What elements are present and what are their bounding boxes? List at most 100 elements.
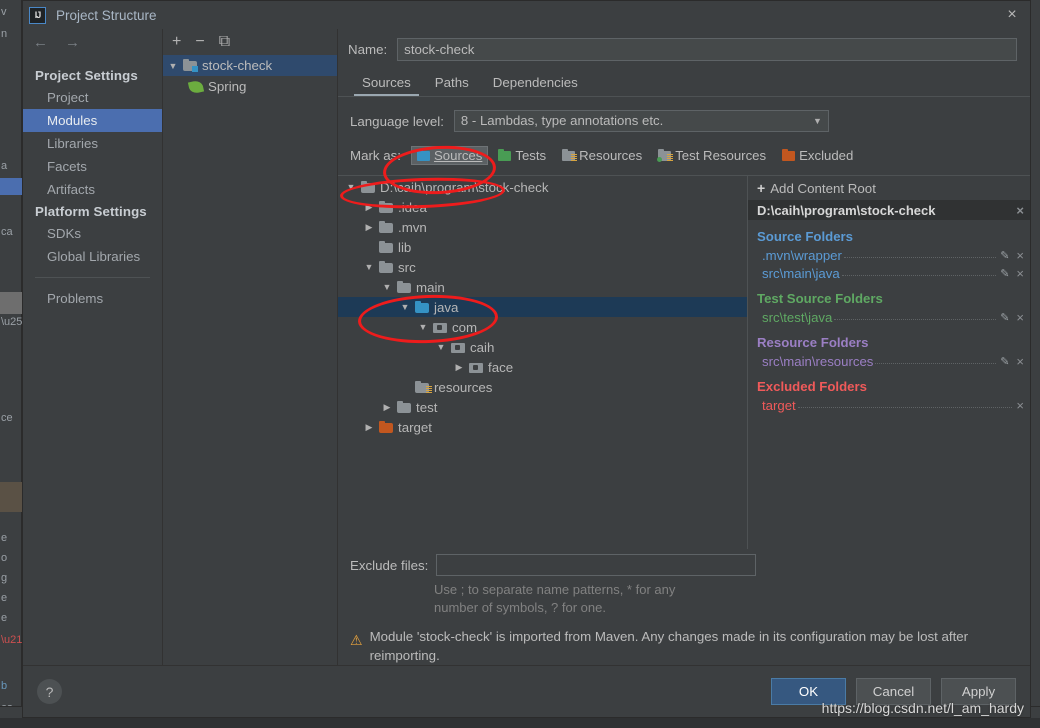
dotted-leader (798, 398, 1013, 408)
forward-arrow-icon[interactable]: → (65, 35, 80, 50)
ide-right-strip (1031, 0, 1040, 728)
package-icon (451, 342, 465, 353)
folder-path: src\main\resources (762, 354, 873, 369)
chevron-down-icon[interactable]: ▼ (364, 262, 374, 272)
group-title-excluded-folders: Excluded Folders (748, 370, 1030, 396)
dotted-leader (834, 310, 996, 320)
folder-path: src\main\java (762, 266, 840, 281)
language-level-label: Language level: (350, 114, 444, 129)
chevron-right-icon[interactable]: ▶ (454, 362, 464, 373)
sidebar-item-modules[interactable]: Modules (23, 109, 162, 132)
editor-tabs: Sources Paths Dependencies (338, 69, 1030, 97)
mark-as-resources-button[interactable]: Resources (556, 146, 648, 165)
spring-leaf-icon (188, 79, 204, 94)
content-root-path: D:\caih\program\stock-check (757, 203, 935, 218)
tree-row-label: caih (470, 340, 494, 355)
remove-folder-icon[interactable]: × (1016, 399, 1024, 412)
tree-row[interactable]: ▼ caih (338, 337, 747, 357)
chevron-down-icon[interactable]: ▼ (436, 342, 446, 352)
modules-tree: ▼ stock-check Spring (163, 55, 337, 665)
mark-as-sources-button[interactable]: Sources (411, 146, 488, 165)
remove-content-root-icon[interactable]: × (1016, 204, 1024, 217)
mark-as-test-resources-button[interactable]: Test Resources (652, 146, 772, 165)
chevron-down-icon[interactable]: ▼ (346, 182, 356, 192)
folder-path: src\test\java (762, 310, 832, 325)
sidebar-item-facets[interactable]: Facets (23, 155, 162, 178)
sidebar-item-libraries[interactable]: Libraries (23, 132, 162, 155)
tree-row[interactable]: ▼ D:\caih\program\stock-check (338, 177, 747, 197)
tree-row-label: .idea (398, 200, 427, 215)
tab-dependencies[interactable]: Dependencies (481, 72, 590, 96)
sidebar-item-project[interactable]: Project (23, 86, 162, 109)
edit-pencil-icon[interactable]: ✎ (1000, 249, 1009, 262)
resource-folder-icon (415, 382, 429, 393)
mark-as-excluded-button[interactable]: Excluded (776, 146, 859, 165)
project-structure-dialog: IJ Project Structure × ← → Project Setti… (22, 0, 1031, 718)
dotted-leader (875, 354, 996, 364)
tree-row[interactable]: ▶ target (338, 417, 747, 437)
tree-row[interactable]: lib (338, 237, 747, 257)
tree-row-label: java (434, 300, 458, 315)
tab-sources[interactable]: Sources (350, 72, 423, 96)
tree-row[interactable]: ▶ .mvn (338, 217, 747, 237)
tree-row[interactable]: ▼ com (338, 317, 747, 337)
tab-paths[interactable]: Paths (423, 72, 481, 96)
chevron-right-icon[interactable]: ▶ (364, 202, 374, 213)
folder-row[interactable]: src\test\java ✎ × (748, 308, 1030, 326)
group-title-source-folders: Source Folders (748, 220, 1030, 246)
sidebar-item-artifacts[interactable]: Artifacts (23, 178, 162, 201)
sidebar-group-platform-settings: Platform Settings (23, 201, 162, 222)
chevron-right-icon[interactable]: ▶ (364, 222, 374, 233)
tree-row-java[interactable]: ▼ java (338, 297, 747, 317)
sidebar-item-global-libraries[interactable]: Global Libraries (23, 245, 162, 268)
copy-module-icon[interactable]: ⧉ (219, 34, 230, 50)
back-arrow-icon[interactable]: ← (33, 35, 48, 50)
tree-row[interactable]: ▼ src (338, 257, 747, 277)
mark-as-tests-button[interactable]: Tests (492, 146, 552, 165)
dialog-footer: ? OK Cancel Apply https://blog.csdn.net/… (23, 665, 1030, 717)
tree-row[interactable]: ▶ face (338, 357, 747, 377)
folder-icon (379, 202, 393, 213)
chevron-right-icon[interactable]: ▶ (364, 422, 374, 433)
folder-row[interactable]: src\main\java ✎ × (748, 264, 1030, 282)
content-roots-panel: + Add Content Root D:\caih\program\stock… (748, 176, 1030, 549)
tree-row[interactable]: ▶ test (338, 397, 747, 417)
edit-pencil-icon[interactable]: ✎ (1000, 311, 1009, 324)
remove-folder-icon[interactable]: × (1016, 355, 1024, 368)
chevron-down-icon[interactable]: ▼ (382, 282, 392, 292)
folder-row[interactable]: target × (748, 396, 1030, 414)
tree-row[interactable]: ▶ .idea (338, 197, 747, 217)
remove-module-icon[interactable]: − (195, 34, 204, 50)
close-icon[interactable]: × (1004, 7, 1020, 23)
sidebar-list: Project Settings Project Modules Librari… (23, 55, 162, 310)
remove-folder-icon[interactable]: × (1016, 249, 1024, 262)
edit-pencil-icon[interactable]: ✎ (1000, 267, 1009, 280)
folder-row[interactable]: .mvn\wrapper ✎ × (748, 246, 1030, 264)
chevron-down-icon: ▼ (813, 111, 822, 131)
chevron-down-icon[interactable]: ▼ (418, 322, 428, 332)
ide-left-toolwindow-strip: v n a ca \u25be ce e o g e e \u2197 b es (0, 0, 22, 728)
add-content-root-label: Add Content Root (770, 181, 876, 196)
tree-row[interactable]: resources (338, 377, 747, 397)
sidebar-item-problems[interactable]: Problems (23, 287, 162, 310)
language-level-select[interactable]: 8 - Lambdas, type annotations etc. ▼ (454, 110, 829, 132)
module-name-input[interactable]: stock-check (397, 38, 1017, 61)
tree-row-label: D:\caih\program\stock-check (380, 180, 548, 195)
module-item-stock-check[interactable]: ▼ stock-check (163, 55, 337, 76)
chevron-right-icon[interactable]: ▶ (382, 402, 392, 413)
module-facet-spring[interactable]: Spring (163, 76, 337, 97)
remove-folder-icon[interactable]: × (1016, 311, 1024, 324)
exclude-files-input[interactable] (436, 554, 756, 576)
mark-as-row: Mark as: Sources Tests Resources (338, 132, 1030, 165)
add-content-root-button[interactable]: + Add Content Root (748, 176, 1030, 200)
chevron-down-icon[interactable]: ▼ (400, 302, 410, 312)
chevron-down-icon[interactable]: ▼ (168, 61, 178, 71)
folder-row[interactable]: src\main\resources ✎ × (748, 352, 1030, 370)
help-button[interactable]: ? (37, 679, 62, 704)
add-module-icon[interactable]: + (172, 34, 181, 50)
edit-pencil-icon[interactable]: ✎ (1000, 355, 1009, 368)
remove-folder-icon[interactable]: × (1016, 267, 1024, 280)
sidebar-item-sdks[interactable]: SDKs (23, 222, 162, 245)
resources-folder-icon (562, 150, 575, 161)
tree-row[interactable]: ▼ main (338, 277, 747, 297)
